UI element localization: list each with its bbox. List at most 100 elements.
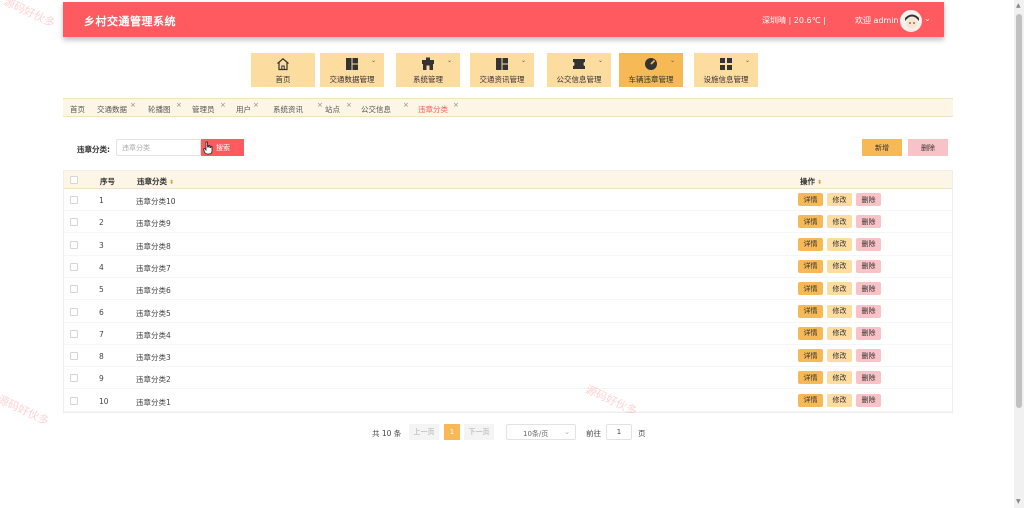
edit-button[interactable]: 修改 — [827, 193, 852, 206]
row-checkbox[interactable] — [70, 329, 78, 338]
sort-icon[interactable]: ⬍ — [817, 179, 822, 186]
edit-button[interactable]: 修改 — [827, 393, 852, 407]
row-checkbox[interactable] — [70, 396, 78, 405]
edit-button[interactable]: 修改 — [827, 371, 852, 385]
search-input[interactable] — [116, 139, 201, 156]
close-icon[interactable]: × — [317, 101, 323, 109]
chevron-down-icon: ⌄ — [669, 57, 675, 64]
tab-8[interactable]: 公交信息 × — [361, 101, 409, 115]
detail-button[interactable]: 详情 — [798, 259, 823, 273]
tab-2[interactable]: 交通数据 × — [97, 101, 136, 115]
page-size-value: 10条/页 — [523, 430, 549, 438]
nav-item-label: 交通资讯管理 — [479, 75, 525, 84]
delete-button[interactable]: 删除 — [856, 237, 881, 251]
close-icon[interactable]: × — [453, 101, 459, 109]
goto-page-input[interactable] — [606, 424, 632, 440]
scrollbar-thumb[interactable] — [1016, 14, 1022, 408]
table-row: 8 违章分类3 详情 修改 删除 — [64, 345, 952, 368]
delete-button[interactable]: 删除 — [856, 193, 881, 206]
scroll-up-arrow-icon[interactable]: ▲ — [1016, 2, 1021, 9]
delete-button[interactable]: 删除 — [856, 259, 881, 273]
detail-button[interactable]: 详情 — [798, 237, 823, 251]
row-index: 7 — [99, 329, 104, 339]
bulk-delete-button[interactable]: 删除 — [908, 139, 948, 156]
detail-button[interactable]: 详情 — [798, 282, 823, 296]
row-checkbox[interactable] — [70, 285, 78, 294]
detail-button[interactable]: 详情 — [798, 215, 823, 229]
close-icon[interactable]: × — [176, 101, 182, 109]
page-size-select[interactable]: 10条/页 ⌄ — [506, 424, 576, 440]
chevron-down-icon: ⌄ — [446, 57, 452, 64]
user-avatar[interactable] — [900, 10, 922, 32]
row-checkbox[interactable] — [70, 218, 78, 227]
edit-button[interactable]: 修改 — [827, 282, 852, 296]
column-header-category[interactable]: 违章分类 ⬍ — [137, 176, 174, 187]
edit-button[interactable]: 修改 — [827, 349, 852, 363]
tab-7[interactable]: 站点 × — [325, 101, 352, 115]
tab-4[interactable]: 管理员 × — [192, 101, 226, 115]
row-checkbox[interactable] — [70, 240, 78, 249]
tab-6[interactable]: 系统资讯 × — [273, 101, 323, 115]
table-row: 2 违章分类9 详情 修改 删除 — [64, 211, 952, 234]
row-checkbox[interactable] — [70, 196, 78, 204]
detail-button[interactable]: 详情 — [798, 304, 823, 318]
nav-item-label: 交通数据管理 — [329, 75, 375, 84]
nav-item-label: 设施信息管理 — [703, 75, 749, 84]
nav-item-label: 系统管理 — [413, 75, 443, 84]
edit-button[interactable]: 修改 — [827, 259, 852, 273]
edit-button[interactable]: 修改 — [827, 304, 852, 318]
close-icon[interactable]: × — [346, 101, 352, 109]
detail-button[interactable]: 详情 — [798, 371, 823, 385]
delete-button[interactable]: 删除 — [856, 215, 881, 229]
welcome-text: 欢迎 admin — [855, 16, 899, 25]
detail-button[interactable]: 详情 — [798, 193, 823, 206]
page-number-button[interactable]: 1 — [444, 424, 460, 440]
user-menu-chevron-icon[interactable]: ⌄ — [924, 14, 931, 23]
select-all-checkbox[interactable] — [70, 176, 78, 184]
delete-button[interactable]: 删除 — [856, 393, 881, 407]
edit-button[interactable]: 修改 — [827, 326, 852, 340]
tab-label: 系统资讯 — [273, 105, 303, 114]
row-checkbox[interactable] — [70, 352, 78, 361]
detail-button[interactable]: 详情 — [798, 393, 823, 407]
nav-item-2[interactable]: 交通数据管理 ⌄ — [320, 53, 384, 87]
detail-button[interactable]: 详情 — [798, 349, 823, 363]
row-category: 违章分类9 — [136, 219, 171, 229]
row-index: 1 — [99, 196, 104, 205]
prev-page-button[interactable]: 上一页 — [409, 424, 439, 440]
next-page-button[interactable]: 下一页 — [464, 424, 494, 440]
close-icon[interactable]: × — [130, 101, 136, 109]
row-category: 违章分类7 — [136, 263, 171, 273]
detail-button[interactable]: 详情 — [798, 326, 823, 340]
scroll-down-arrow-icon[interactable]: ▼ — [1016, 498, 1021, 505]
table-row: 5 违章分类6 详情 修改 删除 — [64, 278, 952, 301]
row-checkbox[interactable] — [70, 374, 78, 383]
close-icon[interactable]: × — [403, 101, 409, 109]
edit-button[interactable]: 修改 — [827, 237, 852, 251]
delete-button[interactable]: 删除 — [856, 282, 881, 296]
delete-button[interactable]: 删除 — [856, 304, 881, 318]
delete-button[interactable]: 删除 — [856, 371, 881, 385]
close-icon[interactable]: × — [220, 101, 226, 109]
chevron-down-icon: ⌄ — [520, 57, 526, 64]
nav-item-5[interactable]: 公交信息管理 ⌄ — [547, 53, 611, 87]
delete-button[interactable]: 删除 — [856, 349, 881, 363]
row-checkbox[interactable] — [70, 262, 78, 271]
sort-icon[interactable]: ⬍ — [169, 179, 174, 186]
tab-9[interactable]: 违章分类 × — [418, 101, 459, 115]
nav-item-6[interactable]: 车辆违章管理 ⌄ — [619, 53, 683, 87]
nav-item-3[interactable]: 系统管理 ⌄ — [396, 53, 460, 87]
tab-label: 首页 — [70, 105, 85, 114]
tab-1[interactable]: 首页 — [70, 104, 85, 115]
tab-3[interactable]: 轮播图 × — [148, 101, 182, 115]
row-checkbox[interactable] — [70, 307, 78, 316]
edit-button[interactable]: 修改 — [827, 215, 852, 229]
delete-button[interactable]: 删除 — [856, 326, 881, 340]
nav-item-4[interactable]: 交通资讯管理 ⌄ — [470, 53, 534, 87]
nav-item-1[interactable]: 首页 — [251, 53, 315, 87]
close-icon[interactable]: × — [253, 101, 259, 109]
tab-5[interactable]: 用户 × — [236, 101, 259, 115]
add-button[interactable]: 新增 — [862, 139, 902, 156]
table-row: 3 违章分类8 详情 修改 删除 — [64, 234, 952, 256]
nav-item-7[interactable]: 设施信息管理 ⌄ — [694, 53, 758, 87]
